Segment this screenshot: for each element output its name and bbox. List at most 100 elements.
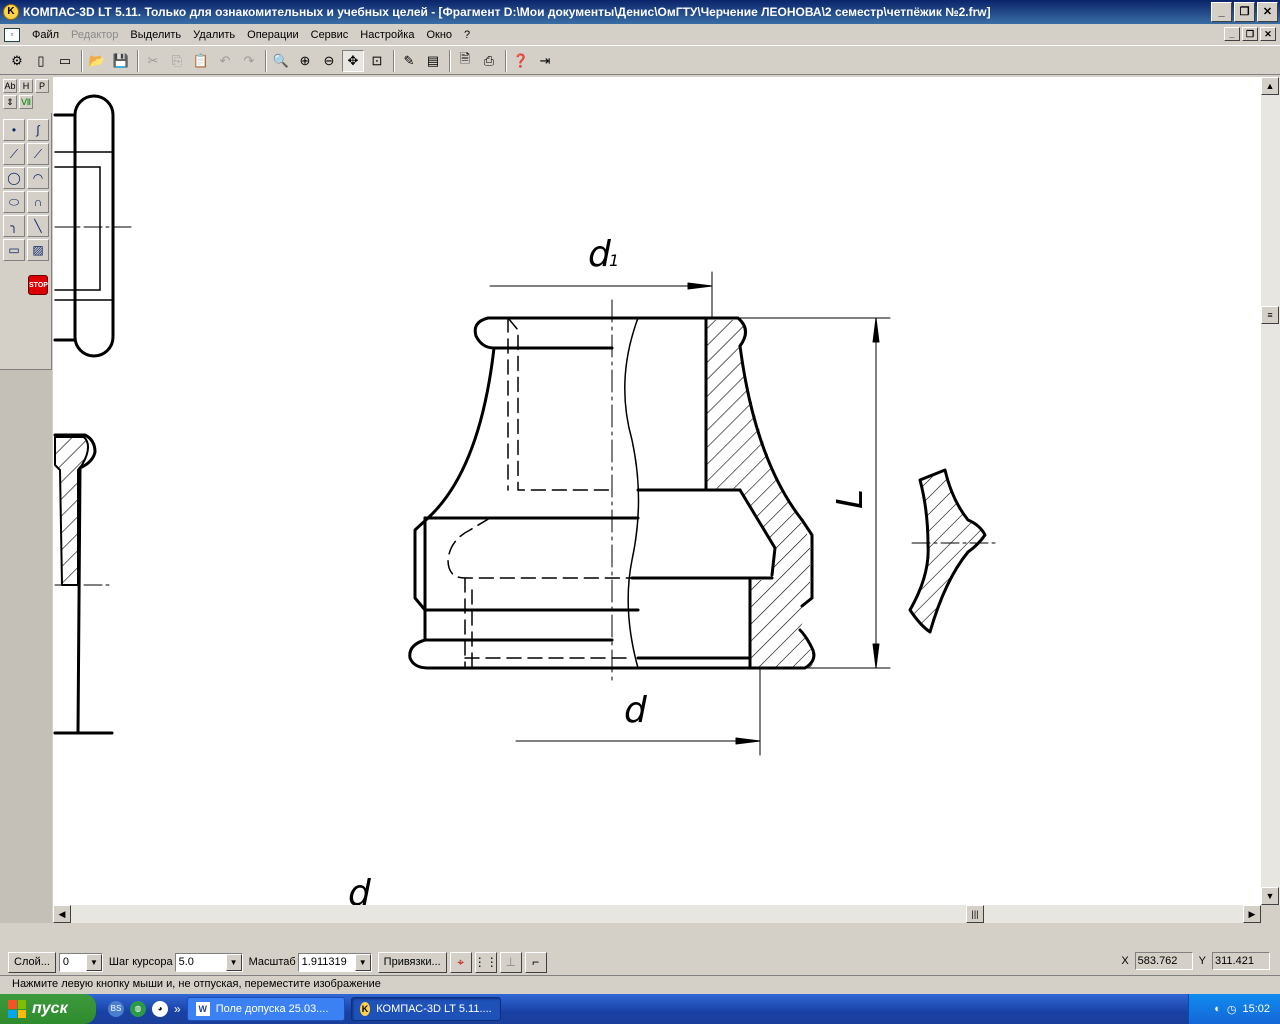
snap-toggle-icon[interactable]: ⌖ — [449, 951, 472, 973]
panel-empty-area — [0, 369, 52, 923]
new-sheet-icon[interactable]: ▯ — [30, 50, 52, 72]
browser-icon[interactable]: BS — [108, 1001, 124, 1017]
chamfer-icon[interactable]: ╲ — [27, 215, 49, 237]
undo-icon[interactable]: ↶ — [214, 50, 236, 72]
scale-select[interactable]: 1.911319 ▼ — [297, 952, 372, 972]
hatch-icon[interactable]: ▨ — [27, 239, 49, 261]
print-icon[interactable]: ⎙ — [478, 50, 500, 72]
vertical-scrollbar[interactable]: ▲ ≡ ▼ — [1261, 77, 1280, 905]
cut-icon[interactable]: ✂ — [142, 50, 164, 72]
new-fragment-icon[interactable]: ▭ — [54, 50, 76, 72]
fillet-icon[interactable]: ╮ — [3, 215, 25, 237]
vertical-scroll-thumb[interactable]: ≡ — [1261, 306, 1279, 324]
chevron-down-icon[interactable]: ▼ — [85, 953, 102, 971]
chevron-down-icon[interactable]: ▼ — [354, 953, 371, 971]
save-icon[interactable]: 💾 — [110, 50, 132, 72]
left-partial-view-top — [53, 94, 136, 358]
layer-select[interactable]: 0 ▼ — [58, 952, 103, 972]
start-button[interactable]: пуск — [0, 994, 96, 1024]
preview-icon[interactable]: 🗎 — [454, 50, 476, 72]
tab-dimensions[interactable]: H — [19, 79, 33, 93]
curve-icon[interactable]: ∫ — [27, 119, 49, 141]
doc-close-button[interactable]: ✕ — [1260, 27, 1276, 41]
pan-icon[interactable]: ✥ — [342, 49, 364, 72]
settings-icon[interactable]: ⚙ — [6, 50, 28, 72]
tab-parametric[interactable]: P — [35, 79, 49, 93]
copy-icon[interactable]: ⎘ — [166, 50, 188, 72]
menu-help[interactable]: ? — [458, 29, 476, 41]
toolbar-separator — [137, 49, 139, 72]
segment-icon[interactable]: ⟋ — [27, 143, 49, 165]
circle-icon[interactable]: ◯ — [3, 167, 25, 189]
task1-label: Поле допуска 25.03.... — [215, 1003, 329, 1015]
coordinates: X 583.762 Y 311.421 — [1121, 952, 1270, 970]
menu-settings[interactable]: Настройка — [354, 29, 420, 41]
scroll-right-icon[interactable]: ▶ — [1243, 905, 1261, 923]
tab-text[interactable]: Ab — [3, 79, 17, 93]
scroll-up-icon[interactable]: ▲ — [1261, 77, 1279, 95]
zoom-in-icon[interactable]: ⊕ — [294, 50, 316, 72]
properties-icon[interactable]: ✎ — [398, 50, 420, 72]
arc-icon[interactable]: ◠ — [27, 167, 49, 189]
menu-file[interactable]: Файл — [26, 29, 65, 41]
menu-window[interactable]: Окно — [420, 29, 458, 41]
minimize-button[interactable]: _ — [1211, 2, 1232, 22]
y-coordinate: 311.421 — [1212, 952, 1270, 970]
close-button[interactable]: ✕ — [1257, 2, 1278, 22]
redo-icon[interactable]: ↷ — [238, 50, 260, 72]
horizontal-scrollbar[interactable]: ◀ ||| ▶ — [53, 905, 1261, 923]
scroll-left-icon[interactable]: ◀ — [53, 905, 71, 923]
menu-operations[interactable]: Операции — [241, 29, 304, 41]
zoom-window-icon[interactable]: 🔍 — [270, 50, 292, 72]
label-d-bottom: d — [348, 873, 372, 905]
drawing-svg[interactable]: d 1 d L d — [53, 77, 1261, 905]
help-icon[interactable]: ❓ — [510, 50, 532, 72]
local-cs-icon[interactable]: ⊥ — [499, 951, 522, 973]
task-kompas[interactable]: K КОМПАС-3D LT 5.11.... — [350, 997, 501, 1021]
layers-icon[interactable]: ▤ — [422, 50, 444, 72]
task-word-document[interactable]: W Поле допуска 25.03.... — [186, 997, 345, 1021]
zoom-all-icon[interactable]: ⊡ — [366, 50, 388, 72]
menu-select[interactable]: Выделить — [124, 29, 187, 41]
windows-logo-icon — [8, 1000, 26, 1018]
point-icon[interactable]: • — [3, 119, 25, 141]
paste-icon[interactable]: 📋 — [190, 50, 212, 72]
restore-button[interactable]: ❐ — [1234, 2, 1255, 22]
doc-restore-button[interactable]: ❐ — [1242, 27, 1258, 41]
grid-icon[interactable]: ⋮⋮ — [474, 951, 498, 973]
network-icon[interactable]: ◐ — [1214, 1003, 1221, 1015]
menu-service[interactable]: Сервис — [305, 29, 355, 41]
geometry-tab-icon[interactable]: Ⅶ — [19, 95, 33, 109]
horizontal-scroll-thumb[interactable]: ||| — [966, 905, 984, 923]
clock[interactable]: 15:02 — [1242, 1003, 1270, 1015]
menu-delete[interactable]: Удалить — [187, 29, 241, 41]
ortho-icon[interactable]: ⌐ — [524, 951, 547, 973]
measure-tab-icon[interactable]: ⇕ — [3, 95, 17, 109]
app-icon[interactable]: K — [3, 4, 19, 20]
drawing-canvas[interactable]: d 1 d L d — [53, 77, 1261, 905]
step-select[interactable]: 5.0 ▼ — [174, 952, 243, 972]
document-icon[interactable]: ▫ — [4, 27, 20, 42]
more-icon[interactable]: » — [174, 1002, 181, 1016]
bezier-icon[interactable]: ∩ — [27, 191, 49, 213]
exit-icon[interactable]: ⇥ — [534, 50, 556, 72]
scale-label: Масштаб — [248, 956, 296, 968]
title-bar[interactable]: K КОМПАС-3D LT 5.11. Только для ознакоми… — [0, 0, 1280, 24]
open-icon[interactable]: 📂 — [86, 50, 108, 72]
scroll-down-icon[interactable]: ▼ — [1261, 887, 1279, 905]
zoom-out-icon[interactable]: ⊖ — [318, 50, 340, 72]
globe-icon[interactable]: ◍ — [130, 1001, 146, 1017]
layer-button[interactable]: Слой... — [8, 951, 56, 973]
rectangle-icon[interactable]: ▭ — [3, 239, 25, 261]
clock-icon[interactable]: ◷ — [1227, 1003, 1237, 1016]
snap-button[interactable]: Привязки... — [377, 951, 447, 973]
label-d: d — [624, 690, 648, 731]
doc-minimize-button[interactable]: _ — [1224, 27, 1240, 41]
chevron-down-icon[interactable]: ▼ — [225, 953, 242, 971]
line-icon[interactable]: ⟋ — [3, 143, 25, 165]
menu-editor[interactable]: Редактор — [65, 29, 124, 41]
status-toolbar: Слой... 0 ▼ Шаг курсора 5.0 ▼ Масштаб 1.… — [0, 950, 1280, 974]
ellipse-icon[interactable]: ⬭ — [3, 191, 25, 213]
panda-icon[interactable]: ◕ — [152, 1001, 168, 1017]
stop-icon[interactable]: STOP — [28, 275, 48, 295]
